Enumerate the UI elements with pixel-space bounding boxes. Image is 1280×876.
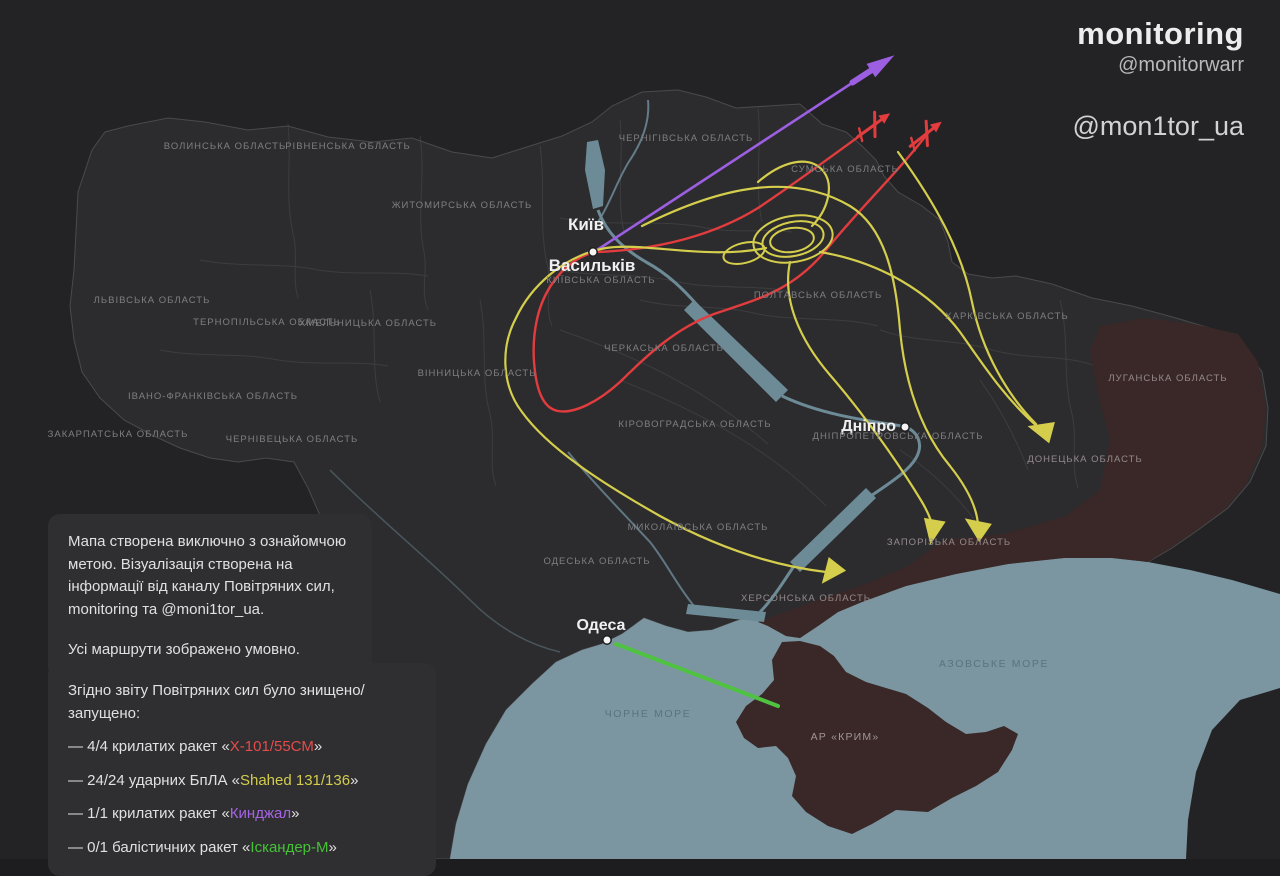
stat-suffix: » (350, 772, 358, 789)
map-label: ІВАНО-ФРАНКІВСЬКА ОБЛАСТЬ (128, 391, 298, 402)
channel-title: monitoring (1072, 16, 1244, 52)
city-label-Київ: Київ (568, 215, 604, 234)
stat-suffix: » (329, 839, 337, 856)
stat-line-4: — 0/1 балістичних ракет «Іскандер-М» (68, 837, 416, 860)
map-label: ВОЛИНСЬКА ОБЛАСТЬ (164, 141, 286, 152)
map-label: АЗОВСЬКЕ МОРЕ (939, 658, 1049, 670)
channel-subtitle: @monitorwarr (1072, 54, 1244, 77)
stat-line-2: — 24/24 ударних БпЛА «Shahed 131/136» (68, 770, 416, 793)
map-label: СУМСЬКА ОБЛАСТЬ (791, 164, 899, 175)
map-label: ПОЛТАВСЬКА ОБЛАСТЬ (754, 290, 882, 301)
stat-prefix: — 24/24 ударних БпЛА « (68, 772, 240, 789)
map-label: КІРОВОГРАДСЬКА ОБЛАСТЬ (618, 419, 771, 430)
map-label: ЧЕРНІГІВСЬКА ОБЛАСТЬ (619, 133, 753, 144)
map-label: МИКОЛАЇВСЬКА ОБЛАСТЬ (628, 522, 769, 533)
stat-weapon-name: Кинджал (230, 805, 291, 822)
map-label: ЗАПОРІЗЬКА ОБЛАСТЬ (887, 537, 1011, 548)
map-label: ДОНЕЦЬКА ОБЛАСТЬ (1027, 454, 1142, 465)
city-dot-1 (589, 248, 597, 256)
map-label: ХАРКІВСЬКА ОБЛАСТЬ (945, 311, 1068, 322)
disclaimer-paragraph-1: Мапа створена виключно з ознайомчою мето… (68, 531, 352, 621)
map-label: ЧОРНЕ МОРЕ (605, 708, 692, 720)
map-label: ОДЕСЬКА ОБЛАСТЬ (543, 556, 650, 567)
stat-suffix: » (314, 738, 322, 755)
map-label: ЛУГАНСЬКА ОБЛАСТЬ (1108, 373, 1227, 384)
infographic-stage: КиївВасильківДніпроОдесаВОЛИНСЬКА ОБЛАСТ… (0, 0, 1280, 859)
channel-handle: @mon1tor_ua (1072, 111, 1244, 142)
map-label: ЧЕРНІВЕЦЬКА ОБЛАСТЬ (226, 434, 359, 445)
map-label: АР «КРИМ» (811, 731, 880, 743)
stat-suffix: » (291, 805, 299, 822)
stats-title: Згідно звіту Повітряних сил було знищено… (68, 680, 416, 725)
city-dot-2 (901, 423, 909, 431)
stat-weapon-name: Х-101/55СМ (230, 738, 314, 755)
map-label: ВІННИЦЬКА ОБЛАСТЬ (418, 368, 537, 379)
map-label: ХМЕЛЬНИЦЬКА ОБЛАСТЬ (299, 318, 437, 329)
stats-box: Згідно звіту Повітряних сил було знищено… (48, 663, 436, 876)
stat-line-3: — 1/1 крилатих ракет «Кинджал» (68, 803, 416, 826)
disclaimer-paragraph-2: Усі маршрути зображено умовно. (68, 639, 352, 662)
city-label-Одеса: Одеса (577, 617, 626, 634)
map-label: ЖИТОМИРСЬКА ОБЛАСТЬ (392, 200, 533, 211)
map-label: ЛЬВІВСЬКА ОБЛАСТЬ (94, 295, 211, 306)
map-label: ХЕРСОНСЬКА ОБЛАСТЬ (741, 593, 871, 604)
map-label: ДНІПРОПЕТРОВСЬКА ОБЛАСТЬ (813, 431, 984, 442)
stat-prefix: — 4/4 крилатих ракет « (68, 738, 230, 755)
stat-line-1: — 4/4 крилатих ракет «Х-101/55СМ» (68, 736, 416, 759)
map-label: ЧЕРКАСЬКА ОБЛАСТЬ (604, 343, 724, 354)
stat-weapon-name: Shahed 131/136 (240, 772, 350, 789)
map-label: ЗАКАРПАТСЬКА ОБЛАСТЬ (48, 429, 189, 440)
stat-prefix: — 0/1 балістичних ракет « (68, 839, 250, 856)
stat-weapon-name: Іскандер-М (250, 839, 328, 856)
city-dot-3 (603, 636, 611, 644)
disclaimer-box: Мапа створена виключно з ознайомчою мето… (48, 514, 372, 679)
map-label: РІВНЕНСЬКА ОБЛАСТЬ (285, 141, 411, 152)
stats-list: — 4/4 крилатих ракет «Х-101/55СМ»— 24/24… (68, 736, 416, 859)
stat-prefix: — 1/1 крилатих ракет « (68, 805, 230, 822)
city-label-Васильків: Васильків (549, 256, 636, 275)
channel-header: monitoring @monitorwarr @mon1tor_ua (1072, 16, 1244, 142)
map-label: КИЇВСЬКА ОБЛАСТЬ (546, 275, 655, 286)
